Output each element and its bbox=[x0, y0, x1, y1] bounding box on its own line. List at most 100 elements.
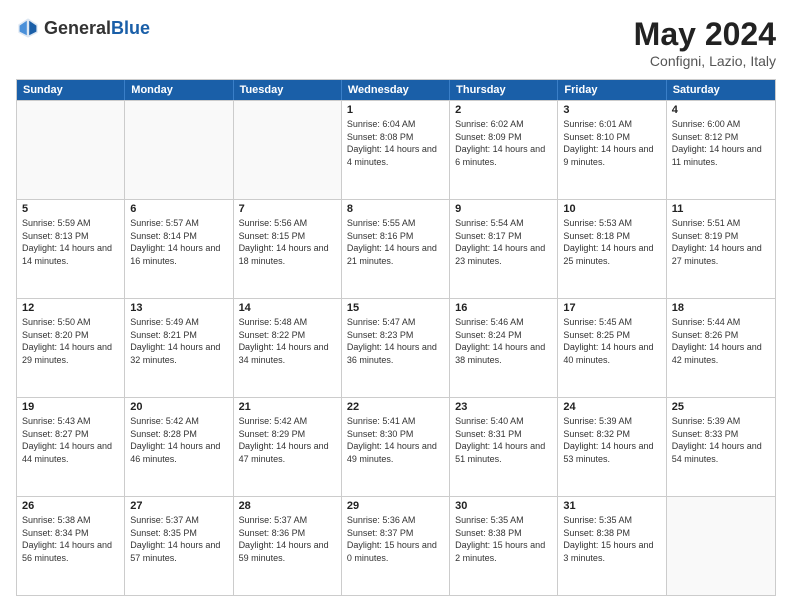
cell-w4-d1: 27 Sunrise: 5:37 AM Sunset: 8:35 PM Dayli… bbox=[125, 497, 233, 595]
day-number-17: 17 bbox=[563, 302, 660, 314]
cell-text-7: Sunrise: 5:56 AM Sunset: 8:15 PM Dayligh… bbox=[239, 217, 336, 267]
cell-w2-d5: 17Sunrise: 5:45 AM Sunset: 8:25 PM Dayli… bbox=[558, 299, 666, 397]
cell-w0-d2 bbox=[234, 101, 342, 199]
day-number-9: 9 bbox=[455, 203, 552, 215]
day-number-10: 10 bbox=[563, 203, 660, 215]
calendar: Sunday Monday Tuesday Wednesday Thursday… bbox=[16, 79, 776, 596]
cell-text-13: Sunrise: 5:49 AM Sunset: 8:21 PM Dayligh… bbox=[130, 316, 227, 366]
cell-w1-d3: 8Sunrise: 5:55 AM Sunset: 8:16 PM Daylig… bbox=[342, 200, 450, 298]
logo-text: GeneralBlue bbox=[44, 18, 150, 39]
cell-text-30: Sunrise: 5:35 AM Sunset: 8:38 PM Dayligh… bbox=[455, 514, 552, 564]
day-number-27: 27 bbox=[130, 500, 227, 512]
calendar-body: 1 Sunrise: 6:04 AM Sunset: 8:08 PM Daylig… bbox=[17, 100, 775, 595]
day-number-23: 23 bbox=[455, 401, 552, 413]
cell-w2-d2: 14Sunrise: 5:48 AM Sunset: 8:22 PM Dayli… bbox=[234, 299, 342, 397]
cell-w1-d5: 10 Sunrise: 5:53 AM Sunset: 8:18 PM Dayli… bbox=[558, 200, 666, 298]
page: GeneralBlue May 2024 Configni, Lazio, It… bbox=[0, 0, 792, 612]
cell-w4-d3: 29 Sunrise: 5:36 AM Sunset: 8:37 PM Dayli… bbox=[342, 497, 450, 595]
cell-w1-d4: 9 Sunrise: 5:54 AM Sunset: 8:17 PM Daylig… bbox=[450, 200, 558, 298]
cell-text-15: Sunrise: 5:47 AM Sunset: 8:23 PM Dayligh… bbox=[347, 316, 444, 366]
day-number-13: 13 bbox=[130, 302, 227, 314]
cell-w4-d6 bbox=[667, 497, 775, 595]
header-thursday: Thursday bbox=[450, 80, 558, 100]
header-tuesday: Tuesday bbox=[234, 80, 342, 100]
day-number-1: 1 bbox=[347, 104, 444, 116]
cell-w1-d1: 6Sunrise: 5:57 AM Sunset: 8:14 PM Daylig… bbox=[125, 200, 233, 298]
location: Configni, Lazio, Italy bbox=[634, 53, 776, 69]
header: GeneralBlue May 2024 Configni, Lazio, It… bbox=[16, 16, 776, 69]
day-number-3: 3 bbox=[563, 104, 660, 116]
cell-text-12: Sunrise: 5:50 AM Sunset: 8:20 PM Dayligh… bbox=[22, 316, 119, 366]
cell-text-4: Sunrise: 6:00 AM Sunset: 8:12 PM Dayligh… bbox=[672, 118, 770, 168]
day-number-5: 5 bbox=[22, 203, 119, 215]
cell-w4-d0: 26 Sunrise: 5:38 AM Sunset: 8:34 PM Dayli… bbox=[17, 497, 125, 595]
cell-text-9: Sunrise: 5:54 AM Sunset: 8:17 PM Dayligh… bbox=[455, 217, 552, 267]
day-number-26: 26 bbox=[22, 500, 119, 512]
day-number-11: 11 bbox=[672, 203, 770, 215]
header-saturday: Saturday bbox=[667, 80, 775, 100]
cell-text-10: Sunrise: 5:53 AM Sunset: 8:18 PM Dayligh… bbox=[563, 217, 660, 267]
cell-text-20: Sunrise: 5:42 AM Sunset: 8:28 PM Dayligh… bbox=[130, 415, 227, 465]
cell-w1-d2: 7 Sunrise: 5:56 AM Sunset: 8:15 PM Daylig… bbox=[234, 200, 342, 298]
cell-w2-d0: 12 Sunrise: 5:50 AM Sunset: 8:20 PM Dayli… bbox=[17, 299, 125, 397]
day-number-7: 7 bbox=[239, 203, 336, 215]
cell-text-19: Sunrise: 5:43 AM Sunset: 8:27 PM Dayligh… bbox=[22, 415, 119, 465]
logo: GeneralBlue bbox=[16, 16, 150, 40]
cell-text-23: Sunrise: 5:40 AM Sunset: 8:31 PM Dayligh… bbox=[455, 415, 552, 465]
cell-w4-d4: 30 Sunrise: 5:35 AM Sunset: 8:38 PM Dayli… bbox=[450, 497, 558, 595]
header-friday: Friday bbox=[558, 80, 666, 100]
cell-w4-d2: 28Sunrise: 5:37 AM Sunset: 8:36 PM Dayli… bbox=[234, 497, 342, 595]
cell-w3-d5: 24 Sunrise: 5:39 AM Sunset: 8:32 PM Dayli… bbox=[558, 398, 666, 496]
cell-w2-d4: 16Sunrise: 5:46 AM Sunset: 8:24 PM Dayli… bbox=[450, 299, 558, 397]
day-number-29: 29 bbox=[347, 500, 444, 512]
cell-w2-d1: 13 Sunrise: 5:49 AM Sunset: 8:21 PM Dayli… bbox=[125, 299, 233, 397]
cell-w3-d2: 21Sunrise: 5:42 AM Sunset: 8:29 PM Dayli… bbox=[234, 398, 342, 496]
cell-w3-d1: 20Sunrise: 5:42 AM Sunset: 8:28 PM Dayli… bbox=[125, 398, 233, 496]
day-number-22: 22 bbox=[347, 401, 444, 413]
day-number-16: 16 bbox=[455, 302, 552, 314]
cell-text-11: Sunrise: 5:51 AM Sunset: 8:19 PM Dayligh… bbox=[672, 217, 770, 267]
cell-w3-d0: 19 Sunrise: 5:43 AM Sunset: 8:27 PM Dayli… bbox=[17, 398, 125, 496]
day-number-30: 30 bbox=[455, 500, 552, 512]
cell-w2-d6: 18 Sunrise: 5:44 AM Sunset: 8:26 PM Dayli… bbox=[667, 299, 775, 397]
day-number-24: 24 bbox=[563, 401, 660, 413]
cell-text-8: Sunrise: 5:55 AM Sunset: 8:16 PM Dayligh… bbox=[347, 217, 444, 267]
cell-text-5: Sunrise: 5:59 AM Sunset: 8:13 PM Dayligh… bbox=[22, 217, 119, 267]
logo-blue: Blue bbox=[111, 18, 150, 38]
day-number-14: 14 bbox=[239, 302, 336, 314]
cell-text-27: Sunrise: 5:37 AM Sunset: 8:35 PM Dayligh… bbox=[130, 514, 227, 564]
cell-text-29: Sunrise: 5:36 AM Sunset: 8:37 PM Dayligh… bbox=[347, 514, 444, 564]
cell-w0-d4: 2Sunrise: 6:02 AM Sunset: 8:09 PM Daylig… bbox=[450, 101, 558, 199]
header-sunday: Sunday bbox=[17, 80, 125, 100]
cell-text-31: Sunrise: 5:35 AM Sunset: 8:38 PM Dayligh… bbox=[563, 514, 660, 564]
cell-text-24: Sunrise: 5:39 AM Sunset: 8:32 PM Dayligh… bbox=[563, 415, 660, 465]
day-number-19: 19 bbox=[22, 401, 119, 413]
day-number-4: 4 bbox=[672, 104, 770, 116]
day-number-12: 12 bbox=[22, 302, 119, 314]
cell-text-1: Sunrise: 6:04 AM Sunset: 8:08 PM Dayligh… bbox=[347, 118, 444, 168]
week-row-0: 1 Sunrise: 6:04 AM Sunset: 8:08 PM Daylig… bbox=[17, 100, 775, 199]
cell-w2-d3: 15 Sunrise: 5:47 AM Sunset: 8:23 PM Dayli… bbox=[342, 299, 450, 397]
day-number-6: 6 bbox=[130, 203, 227, 215]
cell-w0-d1 bbox=[125, 101, 233, 199]
cell-w0-d5: 3Sunrise: 6:01 AM Sunset: 8:10 PM Daylig… bbox=[558, 101, 666, 199]
cell-w0-d3: 1 Sunrise: 6:04 AM Sunset: 8:08 PM Daylig… bbox=[342, 101, 450, 199]
cell-w4-d5: 31 Sunrise: 5:35 AM Sunset: 8:38 PM Dayli… bbox=[558, 497, 666, 595]
day-number-18: 18 bbox=[672, 302, 770, 314]
cell-text-26: Sunrise: 5:38 AM Sunset: 8:34 PM Dayligh… bbox=[22, 514, 119, 564]
cell-w0-d0 bbox=[17, 101, 125, 199]
week-row-4: 26 Sunrise: 5:38 AM Sunset: 8:34 PM Dayli… bbox=[17, 496, 775, 595]
month-title: May 2024 bbox=[634, 16, 776, 53]
cell-w1-d6: 11 Sunrise: 5:51 AM Sunset: 8:19 PM Dayli… bbox=[667, 200, 775, 298]
logo-icon bbox=[16, 16, 40, 40]
cell-w3-d4: 23 Sunrise: 5:40 AM Sunset: 8:31 PM Dayli… bbox=[450, 398, 558, 496]
cell-text-28: Sunrise: 5:37 AM Sunset: 8:36 PM Dayligh… bbox=[239, 514, 336, 564]
header-monday: Monday bbox=[125, 80, 233, 100]
cell-w3-d3: 22Sunrise: 5:41 AM Sunset: 8:30 PM Dayli… bbox=[342, 398, 450, 496]
week-row-2: 12 Sunrise: 5:50 AM Sunset: 8:20 PM Dayli… bbox=[17, 298, 775, 397]
cell-text-21: Sunrise: 5:42 AM Sunset: 8:29 PM Dayligh… bbox=[239, 415, 336, 465]
day-number-31: 31 bbox=[563, 500, 660, 512]
day-number-15: 15 bbox=[347, 302, 444, 314]
calendar-header: Sunday Monday Tuesday Wednesday Thursday… bbox=[17, 80, 775, 100]
cell-text-18: Sunrise: 5:44 AM Sunset: 8:26 PM Dayligh… bbox=[672, 316, 770, 366]
